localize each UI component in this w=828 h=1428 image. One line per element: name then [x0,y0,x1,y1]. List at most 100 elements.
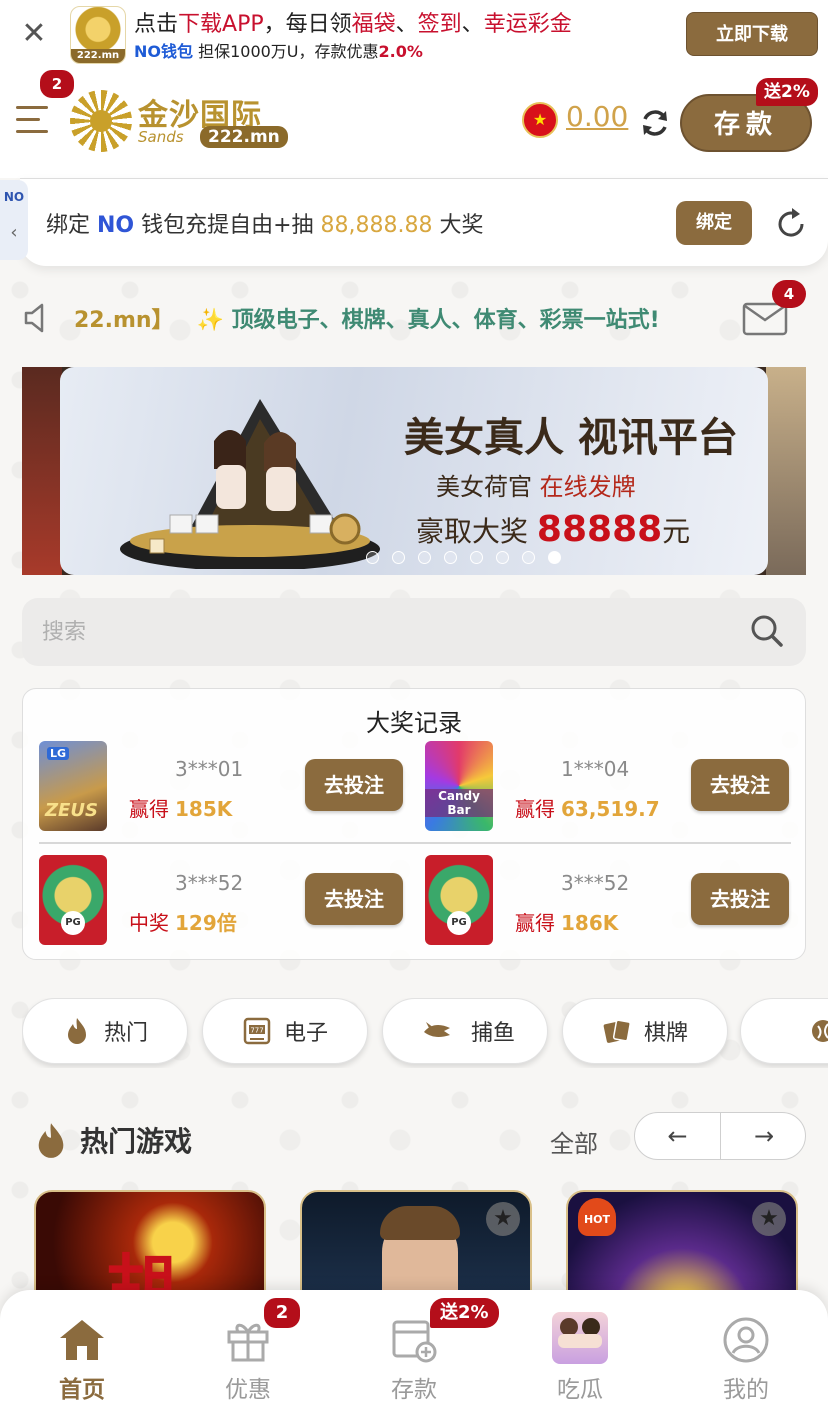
home-icon [60,1320,104,1360]
download-promo-line: 点击下载APP，每日领福袋、签到、幸运彩金 [134,12,572,37]
side-wallet-tab[interactable]: NO ‹ [0,180,28,260]
nav-label: 首页 [59,1377,105,1403]
arrow-left-icon[interactable]: ← [635,1113,721,1159]
china-flag-icon[interactable]: ★ [522,102,558,138]
view-all-link[interactable]: 全部 [550,1124,598,1159]
pg-element-game-thumbnail[interactable]: PG [39,855,107,945]
carousel-dot[interactable] [392,551,405,564]
search-input[interactable] [42,612,722,652]
menu-icon[interactable] [14,100,54,140]
games-pager: ← → [634,1112,806,1160]
arrow-right-icon[interactable]: → [721,1113,805,1159]
promo-banner[interactable]: 美女真人 视讯平台 美女荷官 在线发牌 豪取大奖 88888元 [22,367,806,575]
site-header: 2 金沙国际 Sands 222.mn ★ 0.00 存款 送2% [0,70,828,178]
promotions-badge: 2 [264,1298,300,1328]
pg-element-game-thumbnail[interactable]: PG [425,855,493,945]
slot-machine-icon: 777 [243,1017,271,1045]
girls-avatar-icon [552,1312,608,1364]
go-bet-button[interactable]: 去投注 [691,759,789,811]
hot-tag: HOT [578,1198,616,1236]
carousel-dots [366,551,561,565]
record-user: 3***52 [175,871,244,895]
chevron-left-icon: ‹ [10,222,18,243]
deposit-nav-badge: 送2% [430,1298,499,1328]
nav-gossip[interactable]: 吃瓜 [520,1312,640,1412]
game-category-tabs: 热门 777 电子 捕鱼 棋牌 [22,998,828,1068]
logo-domain: 222.mn [200,126,288,148]
nav-deposit[interactable]: 存款 [354,1316,474,1412]
flame-icon [38,1123,64,1158]
announcement-marquee[interactable]: 22.mn】 ✨ 顶级电子、棋牌、真人、体育、彩票一站式! [74,302,734,336]
banner-dealers-illustration [120,399,380,569]
banner-next-slide [766,367,806,575]
refresh-balance-icon[interactable] [638,106,672,140]
category-label: 捕鱼 [470,1021,515,1046]
hot-games-title: 热门游戏 [80,1125,193,1158]
banner-slide: 美女真人 视讯平台 美女荷官 在线发牌 豪取大奖 88888元 [60,367,768,575]
record-item: PG 3***52 赢得 186K 去投注 [409,855,789,951]
bind-wallet-text: 绑定 NO 钱包充提自由+抽 88,888.88 大奖 [46,213,484,238]
bind-wallet-bar: 绑定 NO 钱包充提自由+抽 88,888.88 大奖 绑定 [20,178,828,266]
record-user: 3***01 [175,757,244,781]
search-icon[interactable] [750,614,784,648]
fish-icon [423,1022,450,1037]
carousel-dot[interactable] [496,551,509,564]
category-label: 热门 [103,1021,148,1046]
mail-badge: 4 [772,280,806,308]
nav-label: 吃瓜 [557,1377,603,1403]
carousel-dot[interactable] [470,551,483,564]
refresh-icon[interactable] [774,207,808,241]
app-logo: 222.mn [70,6,126,64]
download-now-button[interactable]: 立即下载 [686,12,818,56]
favorite-star-icon[interactable]: ★ [752,1202,786,1236]
sun-logo-icon [70,90,132,152]
site-logo[interactable]: 金沙国际 Sands 222.mn [70,90,290,154]
carousel-dot[interactable] [444,551,457,564]
nav-profile[interactable]: 我的 [686,1316,806,1412]
user-icon [723,1317,769,1363]
banner-prev-slide [22,367,62,575]
record-item: Candy Bar 1***04 赢得 63,519.7 去投注 [409,741,789,837]
banner-title: 美女真人 视讯平台 [404,414,738,461]
carousel-dot[interactable] [366,551,379,564]
sports-icon [812,1020,828,1042]
nav-label: 我的 [723,1377,769,1403]
logo-english-name: Sands [138,128,184,146]
carousel-dot[interactable] [418,551,431,564]
carousel-dot[interactable] [548,551,561,564]
download-app-bar: ✕ 222.mn 点击下载APP，每日领福袋、签到、幸运彩金 NO钱包 担保10… [0,0,828,70]
record-win: 赢得 186K [515,911,619,935]
svg-text:777: 777 [250,1027,263,1035]
record-user: 3***52 [561,871,630,895]
record-win: 中奖 129倍 [129,911,237,935]
side-tab-label: NO [3,190,25,204]
flame-icon [67,1018,86,1044]
go-bet-button[interactable]: 去投注 [305,873,403,925]
category-tab-cards[interactable]: 棋牌 [562,998,728,1064]
carousel-dot[interactable] [522,551,535,564]
game-card-hair [380,1206,460,1240]
candy-bar-game-thumbnail[interactable]: Candy Bar [425,741,493,831]
go-bet-button[interactable]: 去投注 [305,759,403,811]
record-item: LG ZEUS 3***01 赢得 185K 去投注 [23,741,403,837]
category-tab-fishing[interactable]: 捕鱼 [382,998,548,1064]
nav-label: 优惠 [225,1377,271,1403]
nav-promotions[interactable]: 优惠 [188,1316,308,1412]
menu-badge: 2 [40,70,74,98]
category-tab-more[interactable] [740,998,828,1064]
gift-icon [227,1323,269,1362]
go-bet-button[interactable]: 去投注 [691,873,789,925]
wallet-balance[interactable]: 0.00 [566,100,628,133]
category-tab-hot[interactable]: 热门 [22,998,188,1064]
banner-prize: 豪取大奖 88888元 [416,509,691,550]
app-logo-domain: 222.mn [71,49,125,63]
zeus-game-thumbnail[interactable]: LG ZEUS [39,741,107,831]
favorite-star-icon[interactable]: ★ [486,1202,520,1236]
bind-button[interactable]: 绑定 [676,201,752,245]
banner-subtitle: 美女荷官 在线发牌 [436,473,636,501]
nav-home[interactable]: 首页 [22,1316,142,1412]
record-item: PG 3***52 中奖 129倍 去投注 [23,855,403,951]
close-icon[interactable]: ✕ [18,18,50,50]
category-tab-slots[interactable]: 777 电子 [202,998,368,1064]
category-label: 棋牌 [643,1021,688,1046]
